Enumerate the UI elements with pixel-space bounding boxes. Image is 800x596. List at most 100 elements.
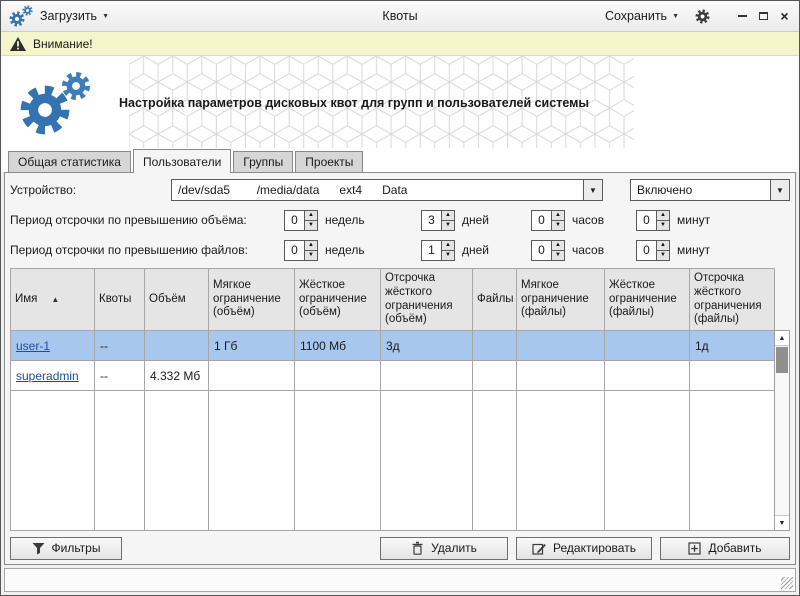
grace-files-row: Период отсрочки по превышению файлов: 0 … bbox=[10, 238, 790, 262]
grace-files-days-spinner[interactable]: 1 ▲ ▼ bbox=[421, 240, 455, 261]
spinner-up-icon[interactable]: ▲ bbox=[657, 241, 669, 251]
column-header-soft-files[interactable]: Мягкое ограничение (файлы) bbox=[517, 269, 605, 331]
spinner-down-icon[interactable]: ▼ bbox=[552, 221, 564, 230]
spinner-value[interactable]: 0 bbox=[532, 211, 551, 230]
spinner-buttons: ▲ ▼ bbox=[656, 241, 669, 260]
spinner-value[interactable]: 0 bbox=[532, 241, 551, 260]
cell-grace-files: 1д bbox=[690, 331, 775, 361]
cell-hard-volume: 1100 Мб bbox=[295, 331, 381, 361]
column-header-hard-volume[interactable]: Жёсткое ограничение (объём) bbox=[295, 269, 381, 331]
device-select-value: /dev/sda5 /media/data ext4 Data bbox=[172, 183, 583, 197]
tab-projects[interactable]: Проекты bbox=[295, 151, 363, 172]
minimize-button[interactable] bbox=[736, 10, 749, 23]
scroll-up-button[interactable]: ▲ bbox=[775, 331, 789, 346]
close-button[interactable]: × bbox=[778, 10, 791, 23]
spinner-value[interactable]: 1 bbox=[422, 241, 441, 260]
device-row: Устройство: /dev/sda5 /media/data ext4 D… bbox=[10, 178, 790, 202]
save-button[interactable]: Сохранить ▼ bbox=[605, 9, 679, 23]
column-header-files[interactable]: Файлы bbox=[473, 269, 517, 331]
vertical-scrollbar[interactable]: ▲ ▼ bbox=[774, 330, 790, 531]
cell-quotas: -- bbox=[95, 331, 145, 361]
chevron-down-icon[interactable]: ▼ bbox=[583, 180, 602, 200]
cell-soft-volume bbox=[209, 361, 295, 391]
chevron-down-icon[interactable]: ▼ bbox=[770, 180, 789, 200]
column-header-soft-volume[interactable]: Мягкое ограничение (объём) bbox=[209, 269, 295, 331]
tab-users[interactable]: Пользователи bbox=[133, 149, 231, 173]
grace-files-hours-spinner[interactable]: 0 ▲ ▼ bbox=[531, 240, 565, 261]
spinner-value[interactable]: 0 bbox=[637, 241, 656, 260]
cell-soft-files bbox=[517, 361, 605, 391]
load-button[interactable]: Загрузить ▼ bbox=[40, 9, 109, 23]
trash-icon bbox=[411, 541, 424, 555]
device-select[interactable]: /dev/sda5 /media/data ext4 Data ▼ bbox=[171, 179, 603, 201]
grace-volume-label: Период отсрочки по превышению объёма: bbox=[10, 213, 284, 227]
add-button[interactable]: Добавить bbox=[660, 537, 790, 560]
spinner-value[interactable]: 3 bbox=[422, 211, 441, 230]
maximize-button[interactable] bbox=[757, 10, 770, 23]
grace-volume-weeks-spinner[interactable]: 0 ▲ ▼ bbox=[284, 210, 318, 231]
plus-icon bbox=[688, 542, 701, 555]
grace-volume-minutes-spinner[interactable]: 0 ▲ ▼ bbox=[636, 210, 670, 231]
spinner-down-icon[interactable]: ▼ bbox=[657, 221, 669, 230]
main-panel: Устройство: /dev/sda5 /media/data ext4 D… bbox=[4, 172, 796, 565]
spinner-value[interactable]: 0 bbox=[285, 211, 304, 230]
resize-grip[interactable] bbox=[781, 577, 793, 589]
tab-general-statistics[interactable]: Общая статистика bbox=[8, 151, 131, 172]
header-banner: Настройка параметров дисковых квот для г… bbox=[1, 56, 799, 148]
user-link[interactable]: superadmin bbox=[16, 369, 79, 383]
column-header-grace-volume[interactable]: Отсрочка жёсткого ограничения (объём) bbox=[381, 269, 473, 331]
empty-cell bbox=[11, 391, 95, 531]
column-header-hard-files[interactable]: Жёсткое ограничение (файлы) bbox=[605, 269, 690, 331]
tab-groups[interactable]: Группы bbox=[233, 151, 293, 172]
spinner-down-icon[interactable]: ▼ bbox=[657, 251, 669, 260]
table-row-user-1[interactable]: user-1 -- 1 Гб 1100 Мб 3д 1д bbox=[11, 331, 775, 361]
spinner-up-icon[interactable]: ▲ bbox=[305, 211, 317, 221]
spinner-up-icon[interactable]: ▲ bbox=[442, 211, 454, 221]
spinner-down-icon[interactable]: ▼ bbox=[305, 251, 317, 260]
grace-volume-days-spinner[interactable]: 3 ▲ ▼ bbox=[421, 210, 455, 231]
spinner-value[interactable]: 0 bbox=[637, 211, 656, 230]
edit-button[interactable]: Редактировать bbox=[516, 537, 652, 560]
column-header-quotas[interactable]: Квоты bbox=[95, 269, 145, 331]
scroll-down-button[interactable]: ▼ bbox=[775, 515, 789, 530]
spinner-up-icon[interactable]: ▲ bbox=[552, 211, 564, 221]
column-header-label: Жёсткое ограничение (объём) bbox=[299, 279, 367, 319]
spinner-up-icon[interactable]: ▲ bbox=[552, 241, 564, 251]
settings-gear-icon[interactable] bbox=[695, 9, 710, 24]
spinner-down-icon[interactable]: ▼ bbox=[305, 221, 317, 230]
app-logo-large-icon bbox=[17, 69, 97, 137]
column-header-name[interactable]: Имя ▲ bbox=[11, 269, 95, 331]
grace-volume-hours-spinner[interactable]: 0 ▲ ▼ bbox=[531, 210, 565, 231]
grace-files-minutes-spinner[interactable]: 0 ▲ ▼ bbox=[636, 240, 670, 261]
title-bar: Загрузить ▼ Квоты Сохранить ▼ × bbox=[1, 1, 799, 32]
scroll-thumb[interactable] bbox=[776, 347, 788, 373]
table-row-superadmin[interactable]: superadmin -- 4.332 Мб bbox=[11, 361, 775, 391]
spinner-down-icon[interactable]: ▼ bbox=[552, 251, 564, 260]
filters-button[interactable]: Фильтры bbox=[10, 537, 122, 560]
spinner-up-icon[interactable]: ▲ bbox=[657, 211, 669, 221]
grace-files-weeks-spinner[interactable]: 0 ▲ ▼ bbox=[284, 240, 318, 261]
user-link[interactable]: user-1 bbox=[16, 339, 50, 353]
warning-text: Внимание! bbox=[33, 37, 93, 51]
empty-cell bbox=[690, 391, 775, 531]
spinner-up-icon[interactable]: ▲ bbox=[305, 241, 317, 251]
sort-ascending-icon: ▲ bbox=[51, 295, 59, 305]
column-header-label: Имя bbox=[15, 293, 37, 307]
spinner-down-icon[interactable]: ▼ bbox=[442, 251, 454, 260]
column-header-label: Отсрочка жёсткого ограничения (объём) bbox=[385, 272, 453, 325]
spinner-down-icon[interactable]: ▼ bbox=[442, 221, 454, 230]
spinner-buttons: ▲ ▼ bbox=[304, 211, 317, 230]
warning-icon bbox=[10, 37, 26, 51]
cell-files bbox=[473, 361, 517, 391]
delete-button-label: Удалить bbox=[431, 541, 477, 555]
column-header-label: Мягкое ограничение (файлы) bbox=[521, 279, 589, 319]
column-header-volume[interactable]: Объём bbox=[145, 269, 209, 331]
spinner-value[interactable]: 0 bbox=[285, 241, 304, 260]
column-header-grace-files[interactable]: Отсрочка жёсткого ограничения (файлы) bbox=[690, 269, 775, 331]
empty-cell bbox=[209, 391, 295, 531]
quota-state-select[interactable]: Включено ▼ bbox=[630, 179, 790, 201]
spinner-up-icon[interactable]: ▲ bbox=[442, 241, 454, 251]
delete-button[interactable]: Удалить bbox=[380, 537, 508, 560]
weeks-unit-label: недель bbox=[325, 213, 365, 227]
cell-grace-files bbox=[690, 361, 775, 391]
